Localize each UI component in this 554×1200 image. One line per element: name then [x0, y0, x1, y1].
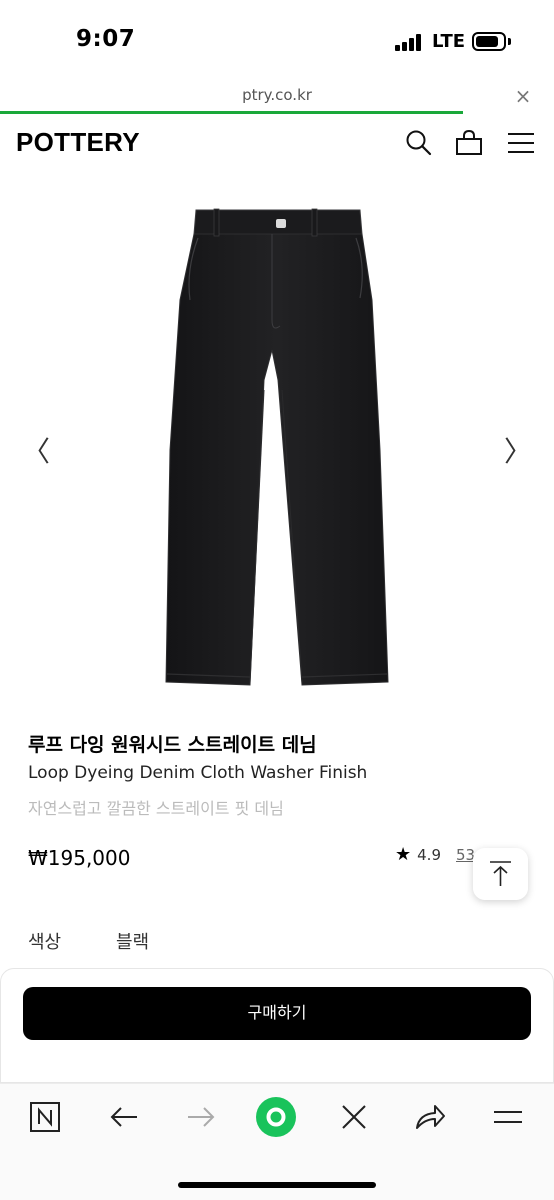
product-title: 루프 다잉 원워시드 스트레이트 데님 — [28, 734, 317, 756]
url-text[interactable]: ptry.co.kr — [0, 86, 554, 104]
gallery-next-arrow[interactable]: 〉 — [504, 430, 532, 470]
product-price: ₩195,000 — [28, 846, 131, 870]
bag-icon[interactable] — [454, 128, 484, 158]
status-time: 9:07 — [76, 26, 136, 52]
star-icon: ★ — [395, 844, 412, 865]
back-icon[interactable] — [107, 1100, 141, 1134]
green-dot-icon[interactable] — [255, 1096, 297, 1138]
network-label: LTE — [432, 31, 466, 52]
hamburger-icon[interactable] — [491, 1100, 525, 1134]
home-indicator — [178, 1182, 376, 1188]
battery-icon — [472, 32, 506, 51]
signal-icon — [395, 33, 423, 51]
forward-icon[interactable] — [184, 1100, 218, 1134]
option-label: 색상 — [28, 932, 62, 953]
menu-icon[interactable] — [506, 128, 536, 158]
battery-tip — [508, 38, 511, 45]
site-header: POTTERY — [0, 118, 554, 170]
close-icon[interactable] — [337, 1100, 371, 1134]
share-icon[interactable] — [413, 1100, 447, 1134]
scroll-to-top-button[interactable] — [473, 848, 528, 900]
option-value[interactable]: 블랙 — [116, 928, 149, 954]
page-load-progress — [0, 111, 463, 114]
product-image[interactable] — [0, 190, 554, 710]
site-logo[interactable]: POTTERY — [16, 127, 140, 158]
product-subtitle: Loop Dyeing Denim Cloth Washer Finish — [28, 763, 368, 783]
naver-icon[interactable] — [28, 1100, 62, 1134]
gallery-prev-arrow[interactable]: 〈 — [22, 430, 50, 470]
status-bar: 9:07 LTE — [0, 0, 554, 80]
close-tab-icon[interactable]: × — [512, 84, 534, 108]
rating: ★ 4.9 — [395, 844, 441, 865]
product-description: 자연스럽고 깔끔한 스트레이트 핏 데님 — [28, 799, 284, 818]
search-icon[interactable] — [404, 128, 434, 158]
rating-value: 4.9 — [417, 845, 441, 864]
buy-button[interactable]: 구매하기 — [23, 987, 531, 1040]
